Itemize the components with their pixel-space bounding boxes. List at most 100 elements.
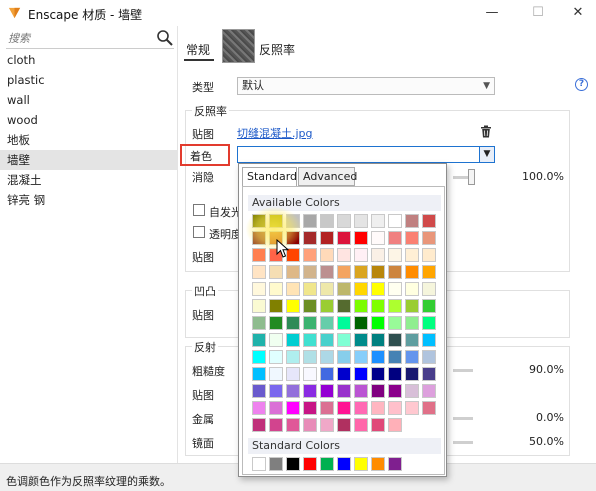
available-color-swatch[interactable]: [337, 418, 351, 432]
available-color-swatch[interactable]: [303, 214, 317, 228]
available-color-swatch[interactable]: [303, 316, 317, 330]
available-color-swatch[interactable]: [354, 418, 368, 432]
available-color-swatch[interactable]: [286, 401, 300, 415]
available-color-swatch[interactable]: [371, 316, 385, 330]
available-color-swatch[interactable]: [252, 350, 266, 364]
available-color-swatch[interactable]: [269, 214, 283, 228]
available-color-swatch[interactable]: [405, 401, 419, 415]
available-color-swatch[interactable]: [269, 401, 283, 415]
available-color-swatch[interactable]: [371, 333, 385, 347]
available-color-swatch[interactable]: [286, 367, 300, 381]
available-color-swatch[interactable]: [320, 231, 334, 245]
available-color-swatch[interactable]: [354, 384, 368, 398]
available-color-swatch[interactable]: [320, 316, 334, 330]
available-color-swatch[interactable]: [354, 214, 368, 228]
available-color-swatch[interactable]: [422, 401, 436, 415]
available-color-swatch[interactable]: [422, 282, 436, 296]
tab-advanced[interactable]: Advanced: [298, 167, 357, 186]
available-color-swatch[interactable]: [354, 231, 368, 245]
available-color-swatch[interactable]: [269, 333, 283, 347]
available-color-swatch[interactable]: [422, 384, 436, 398]
available-color-swatch[interactable]: [371, 214, 385, 228]
available-color-swatch[interactable]: [286, 214, 300, 228]
standard-color-swatch[interactable]: [337, 457, 351, 471]
roughness-slider-track[interactable]: [453, 369, 473, 372]
standard-color-swatch[interactable]: [303, 457, 317, 471]
available-color-swatch[interactable]: [354, 299, 368, 313]
available-color-swatch[interactable]: [388, 214, 402, 228]
available-color-swatch[interactable]: [422, 265, 436, 279]
available-color-swatch[interactable]: [303, 367, 317, 381]
material-list-item[interactable]: wall: [0, 90, 178, 110]
emissive-checkbox[interactable]: [193, 204, 205, 216]
available-color-swatch[interactable]: [388, 350, 402, 364]
transparency-checkbox[interactable]: [193, 226, 205, 238]
standard-color-swatch[interactable]: [269, 457, 283, 471]
texture-file-link[interactable]: 切缝混凝土.jpg: [237, 125, 313, 141]
available-color-swatch[interactable]: [269, 367, 283, 381]
available-color-swatch[interactable]: [405, 384, 419, 398]
available-color-swatch[interactable]: [422, 367, 436, 381]
texture-thumbnail[interactable]: [222, 29, 255, 63]
available-color-swatch[interactable]: [371, 418, 385, 432]
close-button[interactable]: ✕: [564, 2, 592, 24]
available-color-swatch[interactable]: [422, 333, 436, 347]
available-color-swatch[interactable]: [269, 299, 283, 313]
available-color-swatch[interactable]: [303, 418, 317, 432]
available-color-swatch[interactable]: [320, 265, 334, 279]
available-color-swatch[interactable]: [371, 265, 385, 279]
material-list-item[interactable]: 锌亮 钢: [0, 190, 178, 210]
available-color-swatch[interactable]: [354, 350, 368, 364]
available-color-swatch[interactable]: [337, 282, 351, 296]
available-color-swatch[interactable]: [303, 299, 317, 313]
available-color-swatch[interactable]: [286, 282, 300, 296]
standard-color-swatch[interactable]: [320, 457, 334, 471]
material-list-item[interactable]: 混凝土: [0, 170, 178, 190]
available-color-swatch[interactable]: [320, 401, 334, 415]
available-color-swatch[interactable]: [405, 316, 419, 330]
available-color-swatch[interactable]: [320, 384, 334, 398]
available-color-swatch[interactable]: [388, 367, 402, 381]
available-color-swatch[interactable]: [388, 401, 402, 415]
available-color-swatch[interactable]: [405, 333, 419, 347]
material-list-item[interactable]: 地板: [0, 130, 178, 150]
available-color-swatch[interactable]: [269, 418, 283, 432]
available-color-swatch[interactable]: [354, 265, 368, 279]
standard-color-swatch[interactable]: [252, 457, 266, 471]
available-color-swatch[interactable]: [388, 282, 402, 296]
available-color-swatch[interactable]: [388, 299, 402, 313]
available-color-swatch[interactable]: [286, 418, 300, 432]
available-color-swatch[interactable]: [422, 231, 436, 245]
trash-icon[interactable]: [480, 125, 492, 138]
tint-color-dropdown[interactable]: [237, 146, 494, 163]
available-color-swatch[interactable]: [269, 282, 283, 296]
available-color-swatch[interactable]: [388, 248, 402, 262]
available-color-swatch[interactable]: [320, 282, 334, 296]
available-color-swatch[interactable]: [320, 333, 334, 347]
fade-slider-thumb[interactable]: [468, 169, 475, 185]
available-color-swatch[interactable]: [405, 231, 419, 245]
available-color-swatch[interactable]: [422, 299, 436, 313]
available-color-swatch[interactable]: [405, 299, 419, 313]
available-color-swatch[interactable]: [303, 401, 317, 415]
tab-general[interactable]: 常规: [186, 41, 210, 58]
available-color-swatch[interactable]: [371, 401, 385, 415]
available-color-swatch[interactable]: [371, 350, 385, 364]
available-color-swatch[interactable]: [371, 231, 385, 245]
minimize-button[interactable]: —: [478, 2, 506, 24]
available-color-swatch[interactable]: [337, 299, 351, 313]
available-color-swatch[interactable]: [252, 367, 266, 381]
available-color-swatch[interactable]: [405, 265, 419, 279]
available-color-swatch[interactable]: [388, 231, 402, 245]
available-color-swatch[interactable]: [388, 265, 402, 279]
available-color-swatch[interactable]: [337, 214, 351, 228]
specular-slider-track[interactable]: [453, 441, 473, 444]
material-list-item[interactable]: plastic: [0, 70, 178, 90]
available-color-swatch[interactable]: [422, 316, 436, 330]
available-color-swatch[interactable]: [286, 265, 300, 279]
available-color-swatch[interactable]: [286, 350, 300, 364]
available-color-swatch[interactable]: [286, 384, 300, 398]
available-color-swatch[interactable]: [405, 350, 419, 364]
available-color-swatch[interactable]: [371, 248, 385, 262]
available-color-swatch[interactable]: [371, 282, 385, 296]
